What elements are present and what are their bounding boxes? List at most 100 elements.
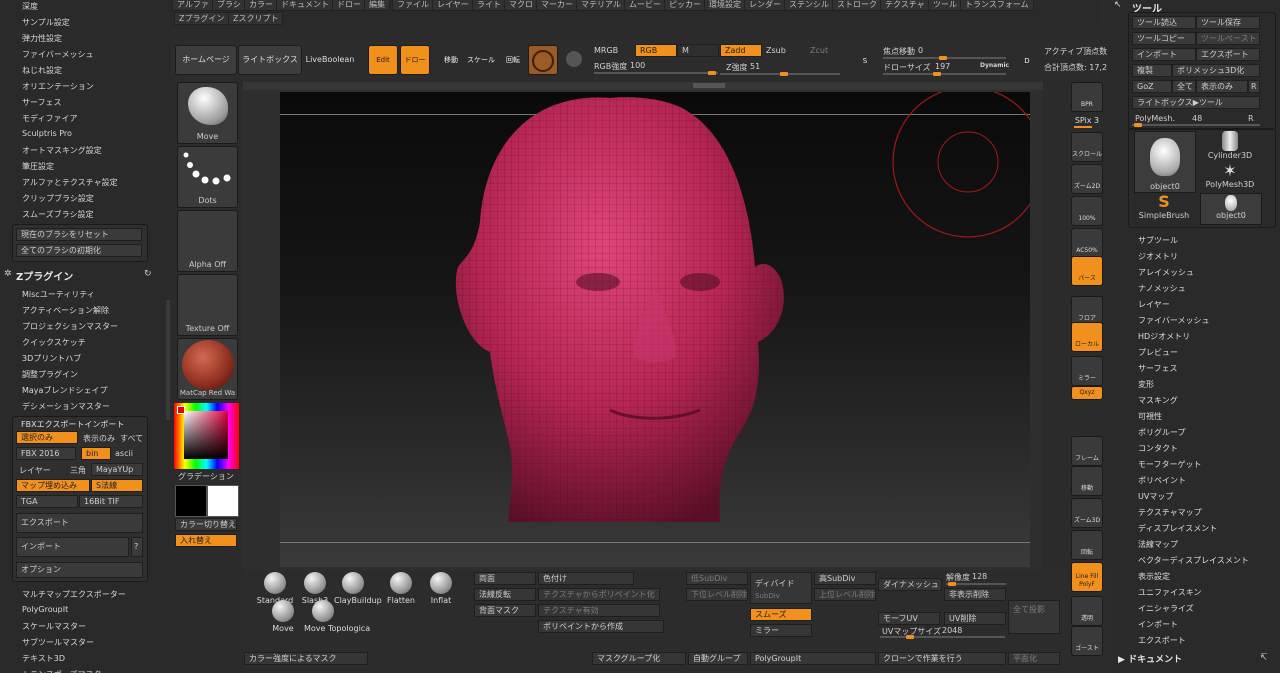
stroke-select-thumb[interactable]: Dots [177, 146, 238, 208]
fbx-mapembed-button[interactable]: マップ埋め込み [16, 479, 90, 492]
menu-item[interactable]: レイヤー [432, 0, 474, 11]
smooth-button[interactable]: スムーズ [750, 608, 812, 621]
fbx-title[interactable]: FBXエクスポートインポート [21, 419, 124, 430]
plugin-item[interactable]: サブツールマスター [22, 637, 94, 648]
left-menu-item[interactable]: スムーズブラシ設定 [22, 209, 93, 220]
goz-r-button[interactable]: R [1248, 80, 1260, 93]
stroke-swirl-icon[interactable] [566, 51, 582, 67]
polymesh-slider[interactable] [1132, 123, 1260, 127]
fbx-snormal-button[interactable]: S法線 [91, 479, 143, 492]
menu-item[interactable]: レンダー [744, 0, 786, 11]
document-pin-icon[interactable]: ↸ [1260, 653, 1268, 663]
tool-subpalette-item[interactable]: インポート [1138, 619, 1178, 630]
tool-subpalette-item[interactable]: モーフターゲット [1138, 459, 1202, 470]
zplugin-item[interactable]: 調整プラグイン [22, 369, 78, 380]
zplugin-item[interactable]: Mayaブレンドシェイプ [22, 385, 107, 396]
tool-subpalette-item[interactable]: プレビュー [1138, 347, 1178, 358]
tool-subpalette-item[interactable]: HDジオメトリ [1138, 331, 1190, 342]
draw-button[interactable]: ドロー [400, 45, 430, 75]
shelf-polyf-button[interactable]: Line Fill PolyF [1071, 562, 1103, 592]
z-intensity-slider[interactable] [720, 72, 840, 76]
tool-subpalette-item[interactable]: ユニファイスキン [1138, 587, 1202, 598]
left-menu-item[interactable]: モディファイア [22, 113, 77, 124]
menu-item[interactable]: ツール [928, 0, 962, 11]
save-tool-button[interactable]: ツール保存 [1196, 16, 1260, 29]
brush-3-button[interactable]: Flatten [382, 572, 420, 605]
shelf-scroll-button[interactable]: スクロール [1071, 132, 1103, 162]
delete-uv-button[interactable]: UV削除 [944, 612, 1006, 625]
mask-by-intensity-button[interactable]: カラー強度によるマスク [244, 652, 368, 665]
menu-item[interactable]: マテリアル [576, 0, 626, 11]
tool-subpalette-item[interactable]: 可視性 [1138, 411, 1162, 422]
color-invert-button[interactable]: 入れ替え [175, 534, 237, 547]
delete-higher-button[interactable]: 上位レベル削除 [814, 588, 876, 601]
material-select-thumb[interactable]: MatCap Red Wa [177, 338, 238, 400]
left-menu-item[interactable]: アルファとテクスチャ設定 [22, 177, 118, 188]
s-icon[interactable]: S [850, 46, 880, 76]
texture-select-thumb[interactable]: Texture Off [177, 274, 238, 336]
higher-subdiv-button[interactable]: 高SubDiv [814, 572, 876, 585]
rgb-intensity-value[interactable]: 100 [630, 61, 645, 70]
brush-6-button[interactable]: Move Topologica [304, 600, 370, 633]
left-menu-item[interactable]: オートマスキング設定 [22, 145, 102, 156]
rgb-intensity-slider[interactable] [594, 71, 718, 75]
fbx-mayayup-button[interactable]: MayaYUp [91, 463, 143, 476]
brush-4-button[interactable]: Inflat [422, 572, 460, 605]
zplugin-item[interactable]: デシメーションマスター [22, 401, 110, 412]
reset-brush-button[interactable]: 現在のブラシをリセット [16, 228, 142, 241]
scale-mode-button[interactable]: スケール [466, 45, 496, 75]
canvas-top-scrollbar[interactable] [243, 82, 1043, 90]
lightbox-button[interactable]: ライトボックス [238, 45, 302, 75]
goz-visible-button[interactable]: 表示のみ [1196, 80, 1248, 93]
zplugin-title[interactable]: Zプラグイン [16, 268, 73, 283]
shelf-xyz-button[interactable]: Qxyz [1071, 386, 1103, 400]
z-intensity-value[interactable]: 51 [750, 62, 760, 71]
draw-size-slider[interactable] [883, 72, 1006, 76]
plugin-item[interactable]: テキスト3D [22, 653, 65, 664]
tool-subpalette-item[interactable]: ナノメッシュ [1138, 283, 1186, 294]
material-sphere-icon[interactable] [528, 45, 558, 75]
fbx-tga-button[interactable]: TGA [16, 495, 78, 508]
shelf-zoom2d-button[interactable]: ズーム2D [1071, 164, 1103, 194]
left-menu-item[interactable]: 弾力性設定 [22, 33, 62, 44]
lightbox-tool-button[interactable]: ライトボックス▶ツール [1132, 96, 1260, 109]
polymesh-r-button[interactable]: R [1248, 114, 1254, 123]
menu-item[interactable]: ステンシル [784, 0, 834, 11]
resolution-thumb[interactable] [948, 582, 956, 586]
rotate-mode-button[interactable]: 回転 [498, 45, 528, 75]
uv-size-slider[interactable] [880, 635, 1005, 639]
menu-item[interactable]: Zプラグイン [174, 12, 230, 25]
tool-thumb-object0-b[interactable]: object0 [1200, 193, 1262, 225]
tool-subpalette-item[interactable]: コンタクト [1138, 443, 1178, 454]
clone-work-button[interactable]: クローンで作業を行う [878, 652, 1006, 665]
menu-item[interactable]: トランスフォーム [960, 0, 1034, 11]
menu-item[interactable]: マクロ [504, 0, 538, 11]
zadd-button[interactable]: Zadd [720, 44, 762, 57]
fbx-selected-button[interactable]: 選択のみ [16, 431, 78, 444]
left-menu-item[interactable]: クリップブラシ設定 [22, 193, 94, 204]
plugin-item[interactable]: マルチマップエクスポーター [22, 589, 126, 600]
zplugin-item[interactable]: Miscユーティリティ [22, 289, 95, 300]
menu-item[interactable]: マーカー [536, 0, 578, 11]
tool-thumb-polymesh[interactable]: ✶ PolyMesh3D [1200, 162, 1260, 192]
mask-group-button[interactable]: マスクグループ化 [592, 652, 686, 665]
shelf-bpr-button[interactable]: BPR [1071, 82, 1103, 112]
zplugin-item[interactable]: クイックスケッチ [22, 337, 86, 348]
import-tool-button[interactable]: インポート [1132, 48, 1196, 61]
export-tool-button[interactable]: エクスポート [1196, 48, 1260, 61]
menu-item[interactable]: 環境設定 [704, 0, 746, 11]
polygroupit-button[interactable]: PolyGroupIt [750, 652, 876, 665]
shelf-dynamic-persp-button[interactable]: パース [1071, 256, 1103, 286]
d-icon[interactable]: D [1012, 46, 1042, 76]
fbx-visible-button[interactable]: 表示のみ [83, 433, 115, 444]
left-menu-item[interactable]: ねじれ設定 [22, 65, 62, 76]
menu-item[interactable]: ドキュメント [276, 0, 334, 11]
spix-slider[interactable] [1074, 126, 1092, 128]
menu-item[interactable]: Zスクリプト [228, 12, 284, 25]
edit-button[interactable]: Edit [368, 45, 398, 75]
menu-item[interactable]: アルファ [172, 0, 214, 11]
tool-subpalette-item[interactable]: アレイメッシュ [1138, 267, 1194, 278]
fbx-tri-button[interactable]: 三角 [70, 465, 86, 476]
shelf-frame-button[interactable]: フレーム [1071, 436, 1103, 466]
delete-lower-button[interactable]: 下位レベル削除 [686, 588, 748, 601]
